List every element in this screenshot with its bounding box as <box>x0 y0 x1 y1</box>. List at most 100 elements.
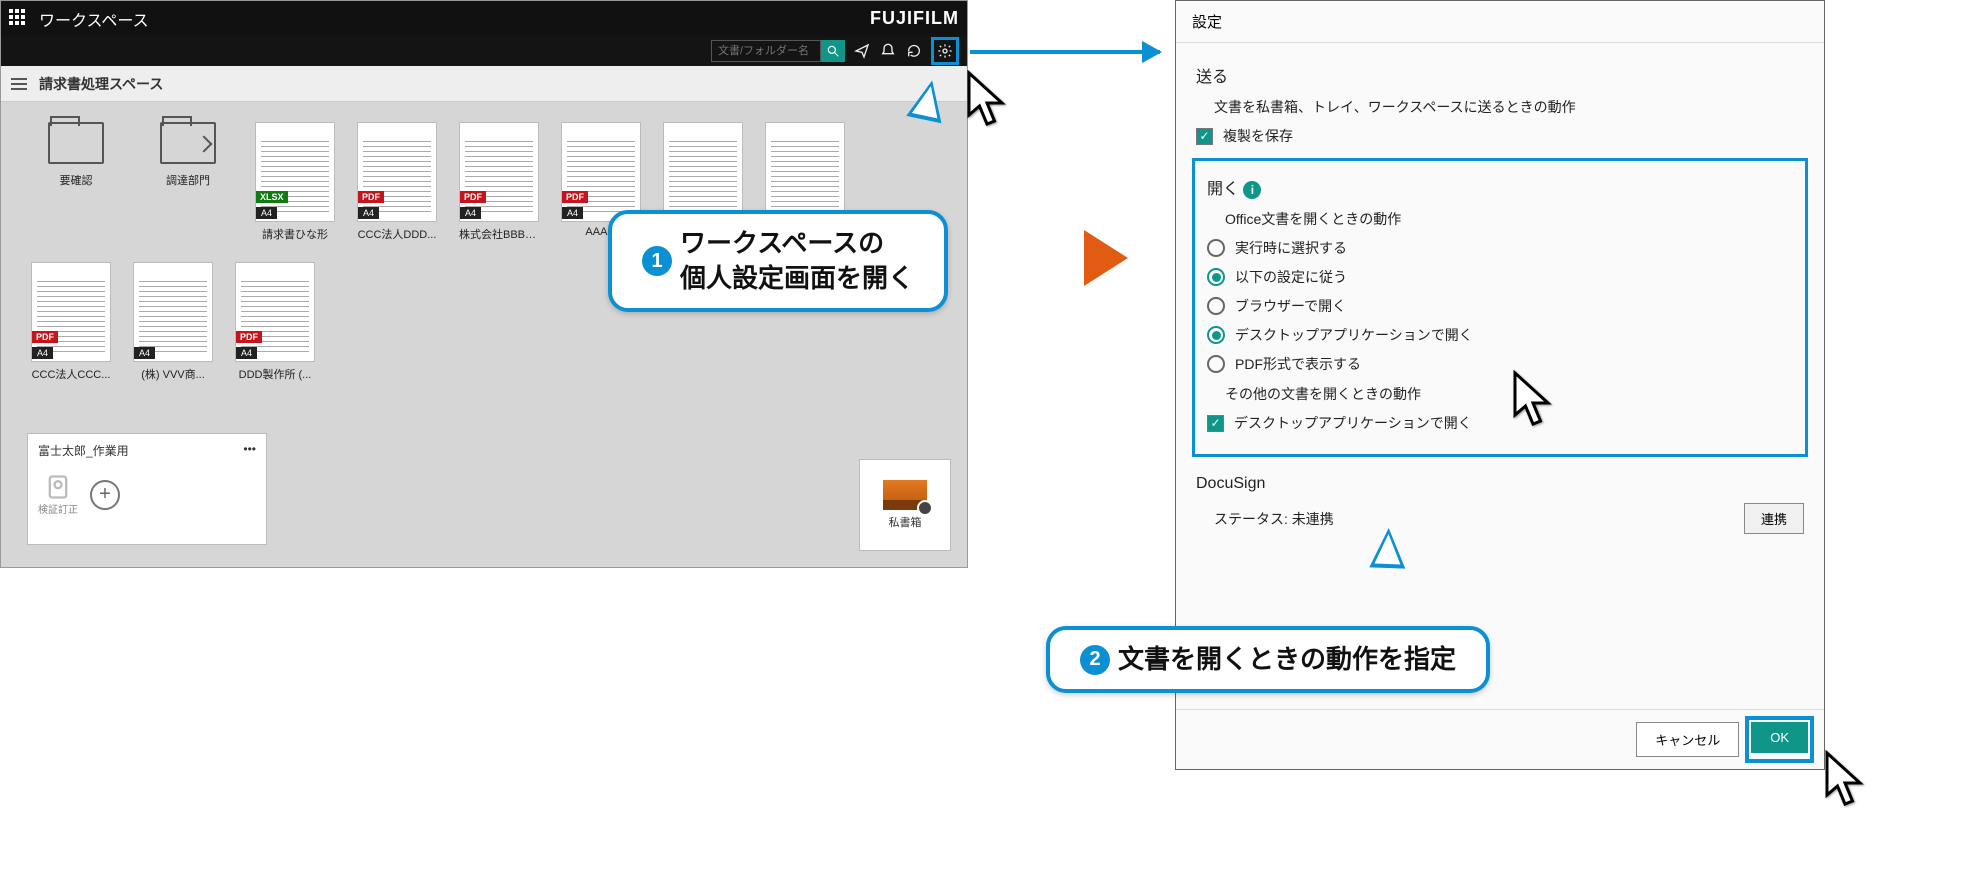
hamburger-icon[interactable] <box>11 78 27 90</box>
folder-item[interactable]: 調達部門 <box>143 122 233 188</box>
filetype-badge: XLSX <box>256 191 288 203</box>
app-topbar: ワークスペース FUJIFILM <box>1 1 967 36</box>
folder-item[interactable]: 要確認 <box>31 122 121 188</box>
callout-1: 1 ワークスペースの 個人設定画面を開く <box>608 210 948 312</box>
private-tray[interactable]: 私書箱 <box>859 459 951 551</box>
callout-2: 2 文書を開くときの動作を指定 <box>1046 626 1490 693</box>
add-button[interactable]: + <box>90 480 120 510</box>
filetype-badge: PDF <box>32 331 58 343</box>
document-label: CCC法人DDD... <box>357 226 437 242</box>
paper-size-badge: A4 <box>236 347 257 359</box>
stamp-label: 検証訂正 <box>38 501 78 516</box>
bell-icon[interactable] <box>879 42 897 60</box>
stamp-block: 検証訂正 <box>38 473 78 516</box>
callout-number: 1 <box>642 246 672 276</box>
docusign-link-button[interactable]: 連携 <box>1744 503 1804 534</box>
document-item[interactable]: PDFA4CCC法人DDD... <box>357 122 437 242</box>
radio-icon <box>1207 355 1225 373</box>
radio-selected-icon <box>1207 268 1225 286</box>
office-open-desc: Office文書を開くときの動作 <box>1225 209 1793 229</box>
filetype-badge: PDF <box>236 331 262 343</box>
personal-workspace-card[interactable]: 富士太郎_作業用 ••• 検証訂正 + <box>27 433 267 545</box>
document-item[interactable]: PDF A4 CCC法人CCC... <box>31 262 111 382</box>
paper-size-badge: A4 <box>256 207 277 219</box>
docusign-status: ステータス: 未連携 <box>1214 509 1334 529</box>
ok-button-highlight: OK <box>1745 716 1814 763</box>
transition-arrow-icon <box>1084 230 1128 286</box>
radio-pdf[interactable]: PDF形式で表示する <box>1207 354 1793 374</box>
send-icon[interactable] <box>853 42 871 60</box>
cancel-button[interactable]: キャンセル <box>1636 722 1739 757</box>
folder-label: 調達部門 <box>166 172 210 188</box>
radio-icon <box>1207 297 1225 315</box>
open-heading-text: 開く <box>1207 181 1239 198</box>
app-grid-icon[interactable] <box>9 9 29 29</box>
docusign-heading: DocuSign <box>1196 475 1804 493</box>
document-label: DDD製作所 (... <box>235 366 315 382</box>
radio-label: PDF形式で表示する <box>1235 354 1361 374</box>
radio-label: ブラウザーで開く <box>1235 296 1346 316</box>
copy-checkbox-row[interactable]: ✓ 複製を保存 <box>1196 126 1804 146</box>
document-label: CCC法人CCC... <box>31 366 111 382</box>
open-section-highlight: 開く i Office文書を開くときの動作 実行時に選択する 以下の設定に従う … <box>1192 158 1808 457</box>
radio-selected-icon <box>1207 326 1225 344</box>
section-send-heading: 送る <box>1196 63 1804 87</box>
filetype-badge: PDF <box>460 191 486 203</box>
card-title: 富士太郎_作業用 <box>38 442 129 459</box>
checkbox-label: デスクトップアプリケーションで開く <box>1234 413 1472 433</box>
callout-text: ワークスペースの 個人設定画面を開く <box>680 226 914 296</box>
tray-user-badge-icon <box>917 500 933 516</box>
callout-text: 文書を開くときの動作を指定 <box>1118 642 1456 677</box>
radio-runtime[interactable]: 実行時に選択する <box>1207 238 1793 258</box>
app-title: ワークスペース <box>39 7 149 31</box>
document-item[interactable]: XLSXA4請求書ひな形 <box>255 122 335 242</box>
cursor-icon <box>962 70 1012 130</box>
document-item[interactable]: A4(株) VVV商... <box>133 262 213 382</box>
radio-browser[interactable]: ブラウザーで開く <box>1207 296 1793 316</box>
gear-icon[interactable] <box>936 42 954 60</box>
paper-size-badge: A4 <box>358 207 379 219</box>
card-menu-icon[interactable]: ••• <box>243 442 256 459</box>
radio-label: デスクトップアプリケーションで開く <box>1235 325 1473 345</box>
other-desktop-checkbox[interactable]: ✓ デスクトップアプリケーションで開く <box>1207 413 1793 433</box>
radio-icon <box>1207 239 1225 257</box>
folder-icon <box>48 122 104 164</box>
checkbox-checked-icon: ✓ <box>1196 128 1213 145</box>
app-toolbar <box>1 36 967 66</box>
tray-label: 私書箱 <box>889 514 922 530</box>
folder-icon <box>160 122 216 164</box>
ok-button[interactable]: OK <box>1751 722 1808 753</box>
filetype-badge: PDF <box>562 191 588 203</box>
radio-label: 実行時に選択する <box>1235 238 1347 258</box>
paper-size-badge: A4 <box>460 207 481 219</box>
settings-body: 送る 文書を私書箱、トレイ、ワークスペースに送るときの動作 ✓ 複製を保存 開く… <box>1176 43 1824 709</box>
docusign-section: DocuSign ステータス: 未連携 連携 <box>1196 475 1804 534</box>
callout-number: 2 <box>1080 645 1110 675</box>
refresh-icon[interactable] <box>905 42 923 60</box>
radio-desktop[interactable]: デスクトップアプリケーションで開く <box>1207 325 1793 345</box>
document-item[interactable]: PDFA4株式会社BBB_... <box>459 122 539 242</box>
search-button[interactable] <box>821 40 845 62</box>
paper-size-badge: A4 <box>134 347 155 359</box>
checkbox-checked-icon: ✓ <box>1207 415 1224 432</box>
section-open-heading: 開く i <box>1207 175 1793 199</box>
info-icon[interactable]: i <box>1243 181 1261 199</box>
settings-gear-highlight <box>931 37 959 65</box>
document-item[interactable]: PDF A4 DDD製作所 (... <box>235 262 315 382</box>
status-label: ステータス: <box>1214 511 1288 527</box>
cursor-icon <box>1820 750 1870 810</box>
paper-size-badge: A4 <box>562 207 583 219</box>
radio-follow[interactable]: 以下の設定に従う <box>1207 267 1793 287</box>
copy-checkbox-label: 複製を保存 <box>1223 126 1293 146</box>
send-desc: 文書を私書箱、トレイ、ワークスペースに送るときの動作 <box>1214 97 1804 117</box>
annotation-arrow <box>970 50 1160 54</box>
radio-label: 以下の設定に従う <box>1235 267 1347 287</box>
settings-title: 設定 <box>1176 1 1824 43</box>
search-box <box>711 40 845 62</box>
brand-logo: FUJIFILM <box>870 8 959 29</box>
stamp-icon <box>44 473 72 501</box>
cursor-icon <box>1508 370 1558 430</box>
paper-size-badge: A4 <box>32 347 53 359</box>
breadcrumb-bar: 請求書処理スペース <box>1 66 967 102</box>
search-input[interactable] <box>711 40 821 62</box>
